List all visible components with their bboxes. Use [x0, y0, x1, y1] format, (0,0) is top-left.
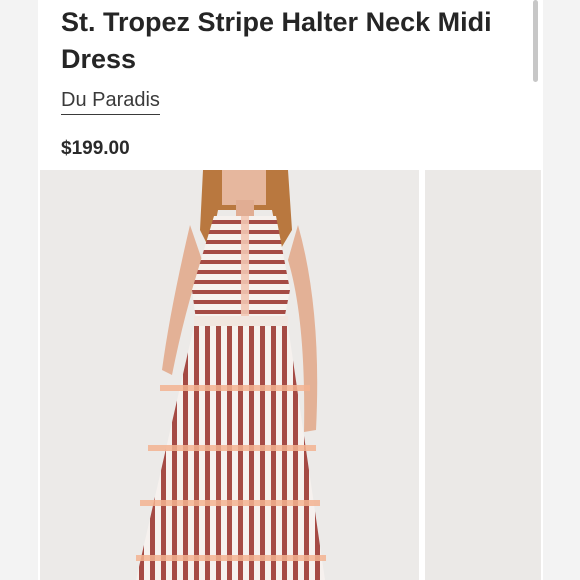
face-shape	[222, 170, 266, 205]
neck-shape	[236, 200, 254, 218]
product-title: St. Tropez Stripe Halter Neck Midi Dress	[61, 7, 492, 74]
product-page: St. Tropez Stripe Halter Neck Midi Dress…	[38, 0, 543, 580]
scrollbar-thumb[interactable]	[533, 0, 538, 82]
product-price: $199.00	[61, 138, 130, 159]
dress-photo	[136, 170, 326, 580]
brand-link[interactable]: Du Paradis	[61, 89, 160, 115]
product-image-secondary[interactable]	[425, 170, 541, 580]
product-image-main[interactable]	[40, 170, 419, 580]
